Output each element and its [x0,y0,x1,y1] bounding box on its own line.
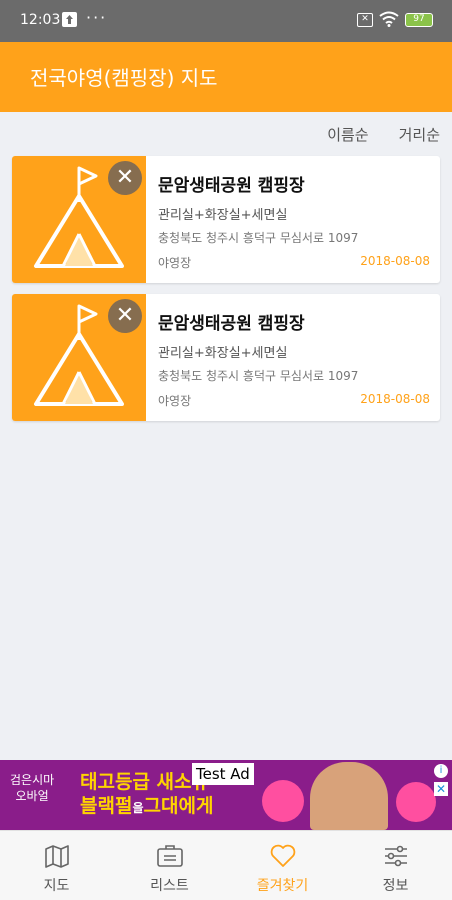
status-time: 12:03 [20,12,61,28]
campsite-type: 야영장 [158,256,192,270]
test-ad-label: Test Ad [192,763,254,785]
campsite-date: 2018-08-08 [360,392,430,406]
map-icon [44,845,69,868]
campsite-date: 2018-08-08 [360,254,430,268]
pearl-image [396,782,436,822]
campsite-facilities: 관리실+화장실+세면실 [158,208,288,223]
wifi-icon [379,11,399,31]
bottom-nav: 지도 리스트 즐겨찾기 정보 [0,830,452,900]
campsite-facilities: 관리실+화장실+세면실 [158,346,288,361]
heart-icon [270,844,295,867]
tab-info-label: 정보 [382,878,409,894]
settings-sliders-icon [384,845,407,867]
ad-banner[interactable]: 검은시마 오바얼 태고등급 새소유 블랙펄을그대에게 Test Ad i ✕ [0,760,452,830]
tab-favorites-label: 즐겨찾기 [256,878,309,894]
remove-favorite-button[interactable]: ✕ [108,299,142,333]
favorite-card[interactable]: ✕ 문암생태공원 캠핑장 관리실+화장실+세면실 충청북도 청주시 흥덕구 무심… [12,156,440,283]
tab-info[interactable]: 정보 [339,831,452,900]
campsite-type: 야영장 [158,394,192,408]
tab-list[interactable]: 리스트 [113,831,226,900]
tab-list-label: 리스트 [150,878,189,894]
ad-close-icon[interactable]: ✕ [434,782,448,796]
ad-model-image [310,762,388,830]
ad-brand: 검은시마 오바얼 [10,773,55,803]
tab-map-label: 지도 [43,878,70,894]
ad-info-icon[interactable]: i [434,764,448,778]
tab-favorites[interactable]: 즐겨찾기 [226,831,339,900]
status-bar: 12:03 ··· ✕ 97 [0,0,452,42]
favorite-card[interactable]: ✕ 문암생태공원 캠핑장 관리실+화장실+세면실 충청북도 청주시 흥덕구 무심… [12,294,440,421]
app-bar: 전국야영(캠핑장) 지도 [0,42,452,112]
campsite-address: 충청북도 청주시 흥덕구 무심서로 1097 [158,369,359,383]
campsite-address: 충청북도 청주시 흥덕구 무심서로 1097 [158,231,359,245]
more-notifications-icon: ··· [86,8,108,27]
campsite-name: 문암생태공원 캠핑장 [158,176,305,196]
list-icon [156,845,183,867]
remove-favorite-button[interactable]: ✕ [108,161,142,195]
sort-options: 이름순 거리순 [327,124,440,145]
battery-icon: 97 [405,13,433,27]
page-title: 전국야영(캠핑장) 지도 [30,66,218,90]
campsite-name: 문암생태공원 캠핑장 [158,314,305,334]
no-sim-icon: ✕ [357,13,373,27]
pearl-image [262,780,304,822]
sort-by-distance-button[interactable]: 거리순 [399,124,440,145]
upload-icon [62,12,77,27]
tab-map[interactable]: 지도 [0,831,113,900]
sort-by-name-button[interactable]: 이름순 [327,124,368,145]
